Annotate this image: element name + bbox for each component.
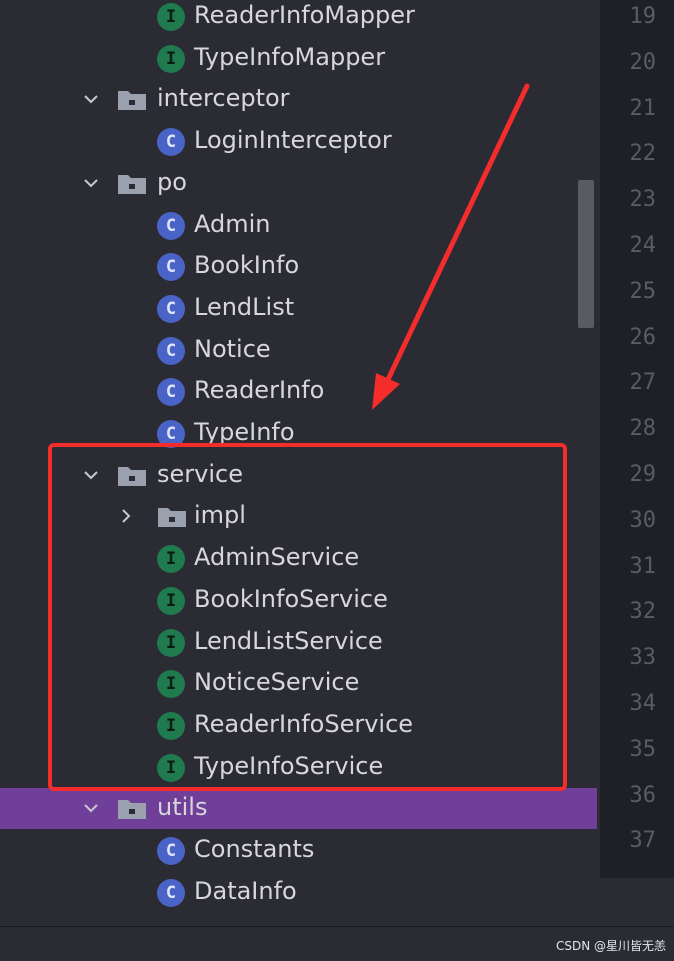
line-number: 34	[629, 691, 657, 716]
chevron-down-icon[interactable]	[83, 91, 99, 107]
line-number: 33	[629, 645, 657, 671]
line-number: 27	[629, 370, 657, 396]
tree-row-label: ReaderInfo	[194, 376, 325, 405]
tree-row-label: po	[157, 167, 187, 196]
class-icon: C	[157, 253, 185, 282]
tree-row-label: Admin	[194, 209, 271, 238]
line-number: 35	[629, 736, 657, 762]
class-icon: C	[157, 336, 185, 365]
line-number: 25	[629, 278, 657, 304]
class-icon: C	[157, 294, 185, 323]
chevron-down-icon[interactable]	[83, 800, 99, 816]
tree-row-label: LoginInterceptor	[194, 126, 392, 155]
tree-row-utils[interactable]: utils	[0, 788, 597, 830]
class-badge: C	[157, 378, 185, 407]
class-icon: C	[157, 837, 185, 865]
tree-row-label: DataInfo	[194, 876, 297, 905]
tree-row-po[interactable]: po	[0, 163, 597, 204]
class-badge: C	[157, 336, 185, 365]
tree-row-label: LendList	[194, 292, 295, 321]
class-badge: C	[157, 294, 185, 323]
chevron-down-icon[interactable]	[83, 175, 99, 191]
tree-row-readerinfo[interactable]: C ReaderInfo	[0, 371, 597, 412]
tree-row-constants[interactable]: C Constants	[0, 830, 597, 871]
class-badge: C	[157, 211, 185, 240]
editor-pane	[600, 878, 674, 926]
interface-badge: I	[157, 44, 185, 73]
line-number: 21	[629, 95, 657, 121]
tree-row-notice[interactable]: C Notice	[0, 330, 597, 371]
tree-row-bookinfo[interactable]: C BookInfo	[0, 246, 597, 287]
tree-row-interceptor[interactable]: interceptor	[0, 79, 597, 120]
line-number: 32	[629, 599, 657, 625]
folder-package-icon	[117, 87, 146, 115]
tree-row-lendlist[interactable]: C LendList	[0, 288, 597, 329]
line-number: 29	[629, 462, 657, 487]
service-highlight-box	[48, 443, 567, 791]
tree-row-datainfo[interactable]: C DataInfo	[0, 872, 597, 913]
class-badge: C	[157, 253, 185, 282]
line-number: 28	[629, 416, 657, 442]
tree-row-readerinfomapper[interactable]: I ReaderInfoMapper	[0, 0, 597, 37]
line-number: 23	[629, 187, 657, 213]
interface-badge: I	[157, 3, 185, 31]
tree-row-typeinfomapper[interactable]: I TypeInfoMapper	[0, 38, 597, 79]
class-icon: C	[157, 378, 185, 407]
line-number: 30	[629, 507, 657, 533]
line-number: 31	[629, 553, 657, 579]
line-number: 26	[629, 324, 657, 350]
tree-row-label: Constants	[194, 835, 315, 863]
line-number: 22	[629, 141, 657, 167]
tree-row-label: ReaderInfoMapper	[194, 1, 415, 29]
interface-icon: I	[157, 3, 185, 31]
tree-scrollbar-thumb[interactable]	[578, 180, 594, 328]
watermark: CSDN @星川皆无恙	[555, 939, 666, 953]
tree-row-label: interceptor	[157, 84, 290, 113]
interface-icon: I	[157, 44, 185, 73]
tree-scrollbar-track[interactable]	[576, 0, 596, 926]
tree-row-admin[interactable]: C Admin	[0, 205, 597, 246]
class-icon: C	[157, 128, 185, 157]
line-number: 24	[629, 233, 657, 258]
class-icon: C	[157, 211, 185, 240]
class-badge: C	[157, 128, 185, 157]
class-badge: C	[157, 837, 185, 865]
folder-package-icon	[117, 171, 146, 199]
tree-row-logininterceptor[interactable]: C LoginInterceptor	[0, 121, 597, 162]
line-number: 36	[629, 782, 657, 808]
class-icon: C	[157, 878, 185, 907]
folder-package-icon	[117, 796, 146, 824]
line-number: 20	[629, 49, 657, 75]
tree-row-label: TypeInfoMapper	[194, 42, 386, 71]
tree-row-label: Notice	[194, 334, 271, 363]
line-number: 37	[629, 828, 657, 854]
tree-row-label: TypeInfo	[194, 418, 295, 446]
tree-row-label: utils	[157, 793, 208, 822]
editor-gutter: 19 20 21 22 23 24 25 26 27 28 29 30 31 32 33 34 35 36 37	[600, 0, 674, 878]
tree-row-label: BookInfo	[194, 251, 300, 280]
class-badge: C	[157, 878, 185, 907]
line-number: 19	[629, 4, 657, 29]
